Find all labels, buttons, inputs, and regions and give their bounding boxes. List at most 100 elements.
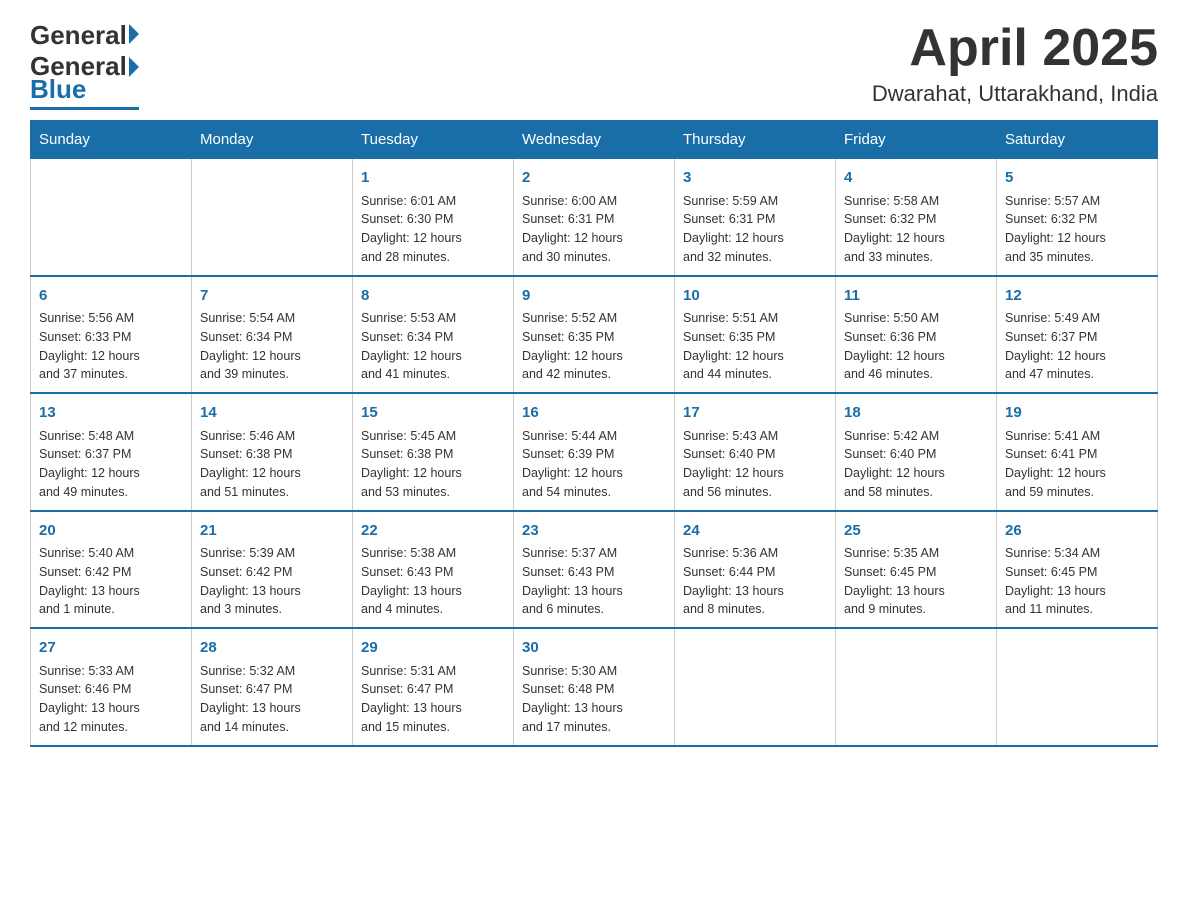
day-info-text: and 14 minutes. xyxy=(200,718,344,737)
day-info-text: and 37 minutes. xyxy=(39,365,183,384)
day-info-text: Daylight: 13 hours xyxy=(39,582,183,601)
day-info-text: and 44 minutes. xyxy=(683,365,827,384)
day-cell: 7Sunrise: 5:54 AMSunset: 6:34 PMDaylight… xyxy=(192,276,353,394)
day-info-text: and 35 minutes. xyxy=(1005,248,1149,267)
header-cell-tuesday: Tuesday xyxy=(353,121,514,159)
logo-text: General xyxy=(30,20,139,51)
day-cell: 19Sunrise: 5:41 AMSunset: 6:41 PMDayligh… xyxy=(997,393,1158,511)
day-cell xyxy=(675,628,836,746)
day-cell: 25Sunrise: 5:35 AMSunset: 6:45 PMDayligh… xyxy=(836,511,997,629)
week-row-4: 20Sunrise: 5:40 AMSunset: 6:42 PMDayligh… xyxy=(31,511,1158,629)
day-info-text: Daylight: 12 hours xyxy=(683,347,827,366)
day-info-text: Daylight: 12 hours xyxy=(522,347,666,366)
header-row: SundayMondayTuesdayWednesdayThursdayFrid… xyxy=(31,121,1158,159)
header-cell-sunday: Sunday xyxy=(31,121,192,159)
logo-general: General xyxy=(30,20,127,51)
day-info-text: Sunset: 6:37 PM xyxy=(39,445,183,464)
day-info-text: and 46 minutes. xyxy=(844,365,988,384)
day-number: 4 xyxy=(844,167,988,190)
day-info-text: Sunrise: 5:33 AM xyxy=(39,662,183,681)
day-info-text: Sunset: 6:40 PM xyxy=(844,445,988,464)
day-info-text: Sunrise: 5:59 AM xyxy=(683,192,827,211)
day-cell: 8Sunrise: 5:53 AMSunset: 6:34 PMDaylight… xyxy=(353,276,514,394)
day-number: 22 xyxy=(361,520,505,543)
day-number: 5 xyxy=(1005,167,1149,190)
day-number: 15 xyxy=(361,402,505,425)
day-info-text: Daylight: 12 hours xyxy=(39,464,183,483)
day-info-text: Sunset: 6:37 PM xyxy=(1005,328,1149,347)
day-info-text: Sunset: 6:31 PM xyxy=(522,210,666,229)
day-info-text: Sunset: 6:47 PM xyxy=(200,680,344,699)
logo-arrow-icon xyxy=(129,24,139,44)
day-info-text: Sunset: 6:33 PM xyxy=(39,328,183,347)
day-info-text: and 41 minutes. xyxy=(361,365,505,384)
day-info-text: Daylight: 13 hours xyxy=(361,582,505,601)
day-info-text: and 33 minutes. xyxy=(844,248,988,267)
week-row-3: 13Sunrise: 5:48 AMSunset: 6:37 PMDayligh… xyxy=(31,393,1158,511)
day-info-text: Sunrise: 5:34 AM xyxy=(1005,544,1149,563)
day-cell: 18Sunrise: 5:42 AMSunset: 6:40 PMDayligh… xyxy=(836,393,997,511)
day-info-text: Daylight: 12 hours xyxy=(361,229,505,248)
day-info-text: and 6 minutes. xyxy=(522,600,666,619)
day-info-text: and 56 minutes. xyxy=(683,483,827,502)
day-number: 30 xyxy=(522,637,666,660)
day-info-text: Sunset: 6:32 PM xyxy=(1005,210,1149,229)
day-info-text: Sunset: 6:44 PM xyxy=(683,563,827,582)
day-info-text: and 8 minutes. xyxy=(683,600,827,619)
day-number: 28 xyxy=(200,637,344,660)
day-info-text: Sunset: 6:42 PM xyxy=(200,563,344,582)
day-info-text: and 32 minutes. xyxy=(683,248,827,267)
day-info-text: Sunrise: 5:32 AM xyxy=(200,662,344,681)
day-info-text: Daylight: 12 hours xyxy=(683,229,827,248)
day-number: 1 xyxy=(361,167,505,190)
day-info-text: Sunrise: 5:37 AM xyxy=(522,544,666,563)
day-info-text: Sunset: 6:30 PM xyxy=(361,210,505,229)
day-info-text: Daylight: 12 hours xyxy=(200,464,344,483)
day-number: 23 xyxy=(522,520,666,543)
day-number: 7 xyxy=(200,285,344,308)
day-info-text: Sunrise: 5:54 AM xyxy=(200,309,344,328)
day-info-text: and 17 minutes. xyxy=(522,718,666,737)
day-info-text: Sunset: 6:39 PM xyxy=(522,445,666,464)
logo: General General Blue xyxy=(30,20,139,110)
day-cell: 28Sunrise: 5:32 AMSunset: 6:47 PMDayligh… xyxy=(192,628,353,746)
day-info-text: Sunrise: 5:31 AM xyxy=(361,662,505,681)
day-cell: 16Sunrise: 5:44 AMSunset: 6:39 PMDayligh… xyxy=(514,393,675,511)
day-info-text: Sunrise: 6:01 AM xyxy=(361,192,505,211)
calendar-body: 1Sunrise: 6:01 AMSunset: 6:30 PMDaylight… xyxy=(31,159,1158,746)
day-info-text: Daylight: 13 hours xyxy=(522,699,666,718)
day-number: 16 xyxy=(522,402,666,425)
day-info-text: Sunset: 6:45 PM xyxy=(844,563,988,582)
day-cell: 4Sunrise: 5:58 AMSunset: 6:32 PMDaylight… xyxy=(836,159,997,276)
day-number: 19 xyxy=(1005,402,1149,425)
header-cell-saturday: Saturday xyxy=(997,121,1158,159)
day-info-text: and 39 minutes. xyxy=(200,365,344,384)
day-cell: 24Sunrise: 5:36 AMSunset: 6:44 PMDayligh… xyxy=(675,511,836,629)
day-info-text: Sunrise: 5:36 AM xyxy=(683,544,827,563)
day-info-text: Daylight: 13 hours xyxy=(844,582,988,601)
day-number: 20 xyxy=(39,520,183,543)
day-cell: 22Sunrise: 5:38 AMSunset: 6:43 PMDayligh… xyxy=(353,511,514,629)
day-info-text: Sunrise: 5:49 AM xyxy=(1005,309,1149,328)
day-info-text: Daylight: 12 hours xyxy=(361,347,505,366)
day-number: 14 xyxy=(200,402,344,425)
page-header: General General Blue April 2025 Dwarahat… xyxy=(30,20,1158,110)
calendar-header: SundayMondayTuesdayWednesdayThursdayFrid… xyxy=(31,121,1158,159)
day-number: 12 xyxy=(1005,285,1149,308)
day-cell: 2Sunrise: 6:00 AMSunset: 6:31 PMDaylight… xyxy=(514,159,675,276)
day-info-text: Sunrise: 6:00 AM xyxy=(522,192,666,211)
day-info-text: Daylight: 13 hours xyxy=(39,699,183,718)
title-block: April 2025 Dwarahat, Uttarakhand, India xyxy=(872,20,1158,107)
week-row-2: 6Sunrise: 5:56 AMSunset: 6:33 PMDaylight… xyxy=(31,276,1158,394)
day-info-text: Daylight: 12 hours xyxy=(844,347,988,366)
day-number: 10 xyxy=(683,285,827,308)
day-info-text: Daylight: 12 hours xyxy=(361,464,505,483)
day-info-text: Sunrise: 5:57 AM xyxy=(1005,192,1149,211)
header-cell-thursday: Thursday xyxy=(675,121,836,159)
day-cell: 23Sunrise: 5:37 AMSunset: 6:43 PMDayligh… xyxy=(514,511,675,629)
day-cell: 20Sunrise: 5:40 AMSunset: 6:42 PMDayligh… xyxy=(31,511,192,629)
day-info-text: Sunset: 6:42 PM xyxy=(39,563,183,582)
day-info-text: Sunrise: 5:35 AM xyxy=(844,544,988,563)
day-cell: 11Sunrise: 5:50 AMSunset: 6:36 PMDayligh… xyxy=(836,276,997,394)
day-info-text: Daylight: 12 hours xyxy=(522,229,666,248)
